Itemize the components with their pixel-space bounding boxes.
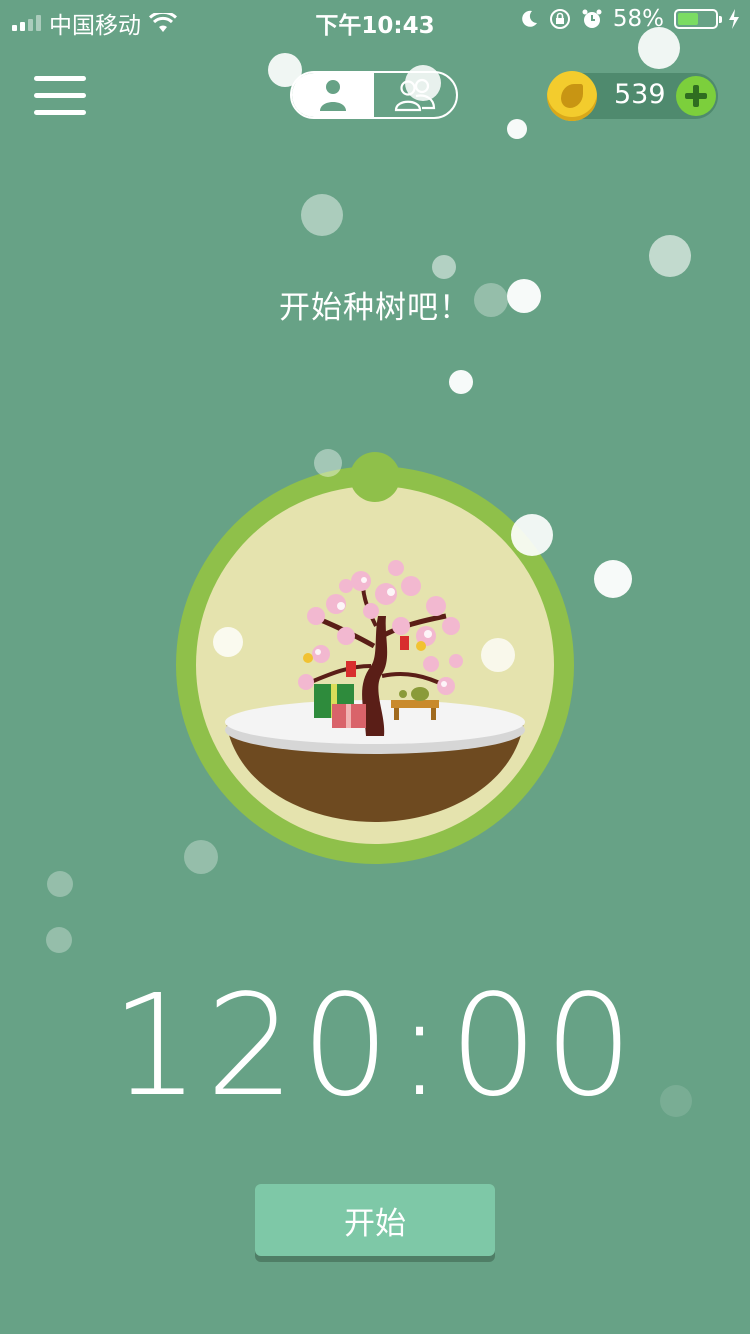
snowflake — [511, 514, 553, 556]
snowflake — [213, 627, 243, 657]
single-user-icon — [320, 80, 346, 111]
snowflake — [405, 65, 441, 101]
snowflake — [449, 370, 473, 394]
snowflake — [649, 235, 691, 277]
start-button[interactable]: 开始 — [255, 1184, 495, 1256]
snowflake — [507, 279, 541, 313]
snowflake — [481, 638, 515, 672]
hamburger-menu-icon[interactable] — [34, 76, 86, 116]
single-mode-tab[interactable] — [292, 73, 374, 117]
charging-bolt-icon — [729, 9, 739, 29]
timer-slider-knob[interactable] — [350, 452, 400, 502]
coin-icon — [547, 71, 597, 121]
timer-display: 120:00 — [110, 965, 640, 1128]
snowflake — [268, 53, 302, 87]
coin-balance: 539 — [547, 71, 718, 121]
snowflake — [507, 119, 527, 139]
snowflake — [594, 560, 632, 598]
alarm-icon — [582, 9, 602, 28]
snowflake — [184, 840, 218, 874]
snowflake — [432, 255, 456, 279]
rotation-lock-icon — [549, 9, 570, 29]
coin-count: 539 — [614, 79, 666, 110]
moon-icon — [522, 10, 537, 27]
snowflake — [46, 927, 72, 953]
plus-icon[interactable] — [676, 76, 716, 116]
snowflake — [314, 449, 342, 477]
status-bar: 中国移动 下午10:43 58% — [0, 0, 750, 40]
snowflake — [638, 27, 680, 69]
battery-icon — [674, 9, 722, 29]
plant-prompt: 开始种树吧！ — [279, 290, 471, 326]
snowflake — [474, 283, 508, 317]
snowflake — [301, 194, 343, 236]
snowflake — [660, 1085, 692, 1117]
snowflake — [47, 871, 73, 897]
